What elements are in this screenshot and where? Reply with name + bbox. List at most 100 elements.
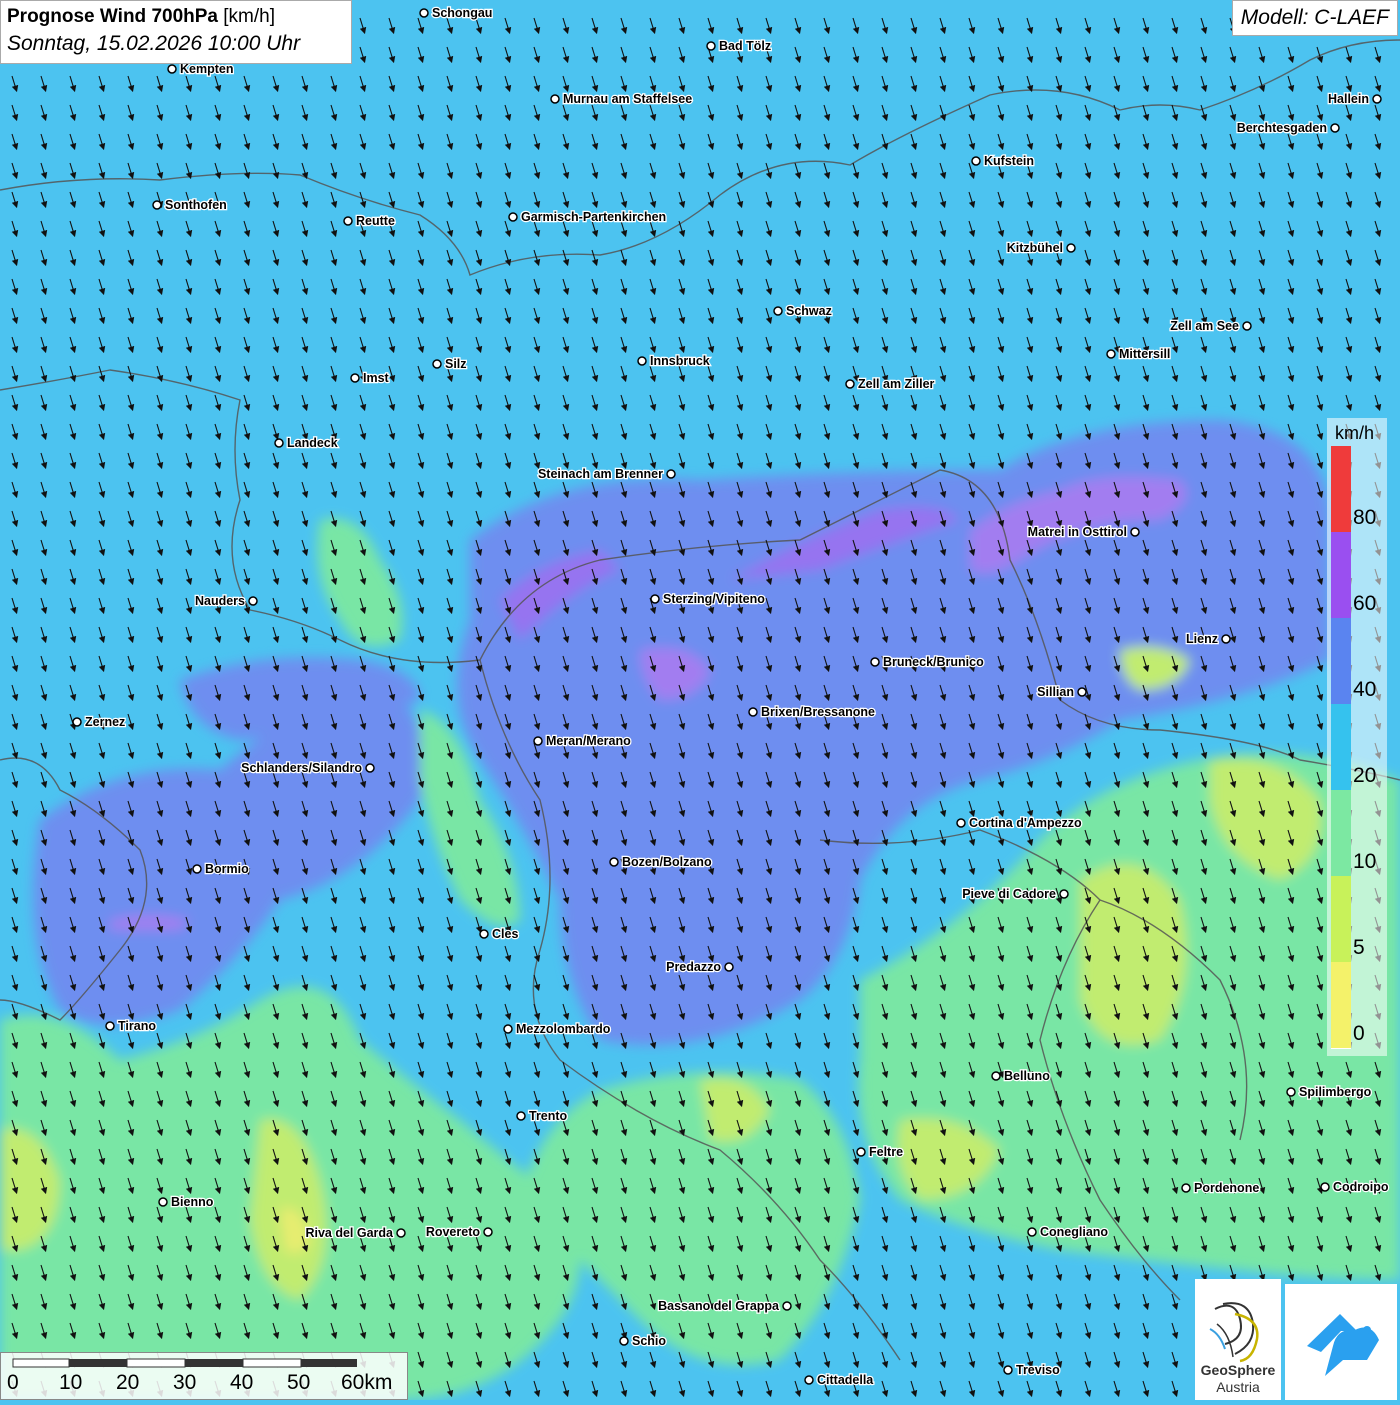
- city-label: Zernez: [85, 715, 125, 729]
- city-label: Nauders: [195, 594, 245, 608]
- legend-tick-label: 40: [1353, 678, 1377, 701]
- city-marker: Conegliano: [1027, 1224, 1110, 1240]
- city-dot: [650, 594, 660, 604]
- city-label: Imst: [363, 371, 390, 385]
- legend-tick-label: 10: [1353, 850, 1377, 873]
- city-marker: Mezzolombardo: [503, 1021, 612, 1037]
- city-marker: Bruneck/Brunico: [870, 654, 985, 670]
- city-dot: [503, 1024, 513, 1034]
- city-dot: [533, 736, 543, 746]
- city-label: Schwaz: [786, 304, 832, 318]
- city-label: Kufstein: [984, 154, 1034, 168]
- city-label: Belluno: [1004, 1069, 1050, 1083]
- city-dot: [516, 1111, 526, 1121]
- zone-5-10-east: [1080, 864, 1187, 1045]
- scale-tick: 60km: [341, 1371, 393, 1394]
- city-dot: [609, 857, 619, 867]
- city-dot: [956, 818, 966, 828]
- logo-line: [1222, 1302, 1255, 1355]
- city-label: Meran/Merano: [546, 734, 631, 748]
- scale-bar-segment: [12, 1358, 70, 1368]
- city-dot: [666, 469, 676, 479]
- city-label: Zell am See: [1170, 319, 1239, 333]
- city-label: Codroipo: [1333, 1180, 1389, 1194]
- weather-app-logo: [1285, 1284, 1397, 1400]
- city-label: Bruneck/Brunico: [883, 655, 984, 669]
- model-label: Modell: C-LAEF: [1231, 0, 1398, 36]
- city-label: Kitzbühel: [1007, 241, 1063, 255]
- legend-color-segment: [1331, 446, 1351, 533]
- title-box: Prognose Wind 700hPa [km/h] Sonntag, 15.…: [0, 0, 352, 64]
- scale-bar-segment: [185, 1359, 243, 1367]
- scale-bar: 0 10 20 30 40 50 60km: [0, 1352, 408, 1400]
- city-dot: [72, 717, 82, 727]
- city-dot: [432, 359, 442, 369]
- city-dot: [1130, 527, 1140, 537]
- legend-tick-label: 0: [1353, 1022, 1365, 1045]
- wind-map[interactable]: Schongau Bad Tölz Kempten Murnau am Staffel…: [0, 0, 1400, 1400]
- city-marker: Bassano del Grappa: [657, 1298, 792, 1314]
- city-marker: Sterzing/Vipiteno: [650, 591, 766, 607]
- city-dot: [350, 373, 360, 383]
- city-dot: [724, 962, 734, 972]
- city-dot: [991, 1071, 1001, 1081]
- city-label: Zell am Ziller: [858, 377, 935, 391]
- forecast-datetime: Sonntag, 15.02.2026 10:00 Uhr: [7, 32, 301, 55]
- scale-tick: 10: [59, 1371, 83, 1394]
- scale-bar-segment: [126, 1358, 186, 1368]
- city-dot: [1330, 123, 1340, 133]
- city-dot: [637, 356, 647, 366]
- city-dot: [1077, 687, 1087, 697]
- city-marker: Pieve di Cadore: [961, 886, 1069, 902]
- city-label: Sillian: [1037, 685, 1074, 699]
- geosphere-logo-icon: [1209, 1302, 1259, 1363]
- city-label: Sterzing/Vipiteno: [663, 592, 765, 606]
- city-marker: Brixen/Bressanone: [748, 704, 876, 720]
- city-dot: [550, 94, 560, 104]
- city-dot: [419, 8, 429, 18]
- city-marker: Matrei in Osttirol: [1026, 524, 1140, 540]
- city-label: Innsbruck: [650, 354, 710, 368]
- city-dot: [1286, 1087, 1296, 1097]
- city-dot: [706, 41, 716, 51]
- city-dot: [479, 929, 489, 939]
- city-marker: Zell am Ziller: [845, 376, 936, 392]
- city-marker: Schlanders/Silandro: [240, 760, 375, 776]
- city-label: Steinach am Brenner: [538, 467, 663, 481]
- city-dot: [1059, 889, 1069, 899]
- city-label: Berchtesgaden: [1237, 121, 1327, 135]
- legend-color-segment: [1331, 962, 1351, 1049]
- city-marker: Steinach am Brenner: [537, 466, 676, 482]
- scale-tick: 30: [173, 1371, 197, 1394]
- city-dot: [1372, 94, 1382, 104]
- legend-color-segment: [1331, 704, 1351, 791]
- legend-color-segment: [1331, 618, 1351, 705]
- city-label: Feltre: [869, 1145, 903, 1159]
- city-label: Schio: [632, 1334, 666, 1348]
- city-marker: Bozen/Bolzano: [609, 854, 713, 870]
- city-dot: [1181, 1183, 1191, 1193]
- city-dot: [773, 306, 783, 316]
- logo-line: [1216, 1323, 1234, 1358]
- city-marker: Sonthofen: [152, 197, 228, 213]
- cloud-arrow-icon: [1307, 1314, 1379, 1376]
- city-dot: [248, 596, 258, 606]
- city-label: Cortina d'Ampezzo: [969, 816, 1082, 830]
- scale-bar-segment: [69, 1359, 127, 1367]
- city-dot: [971, 156, 981, 166]
- city-dot: [105, 1021, 115, 1031]
- logo-cloud-dot: [1363, 1326, 1371, 1334]
- scale-tick: 20: [116, 1371, 140, 1394]
- city-label: Bienno: [171, 1195, 214, 1209]
- city-label: Bormio: [205, 862, 249, 876]
- city-label: Tirano: [118, 1019, 156, 1033]
- city-label: Schongau: [432, 6, 492, 20]
- city-dot: [274, 438, 284, 448]
- legend-color-segment: [1331, 876, 1351, 963]
- city-label: Kempten: [180, 62, 233, 76]
- city-label: Mezzolombardo: [516, 1022, 611, 1036]
- city-dot: [365, 763, 375, 773]
- geosphere-logo: GeoSphere Austria: [1195, 1279, 1281, 1400]
- city-label: Brixen/Bressanone: [761, 705, 875, 719]
- city-dot: [158, 1197, 168, 1207]
